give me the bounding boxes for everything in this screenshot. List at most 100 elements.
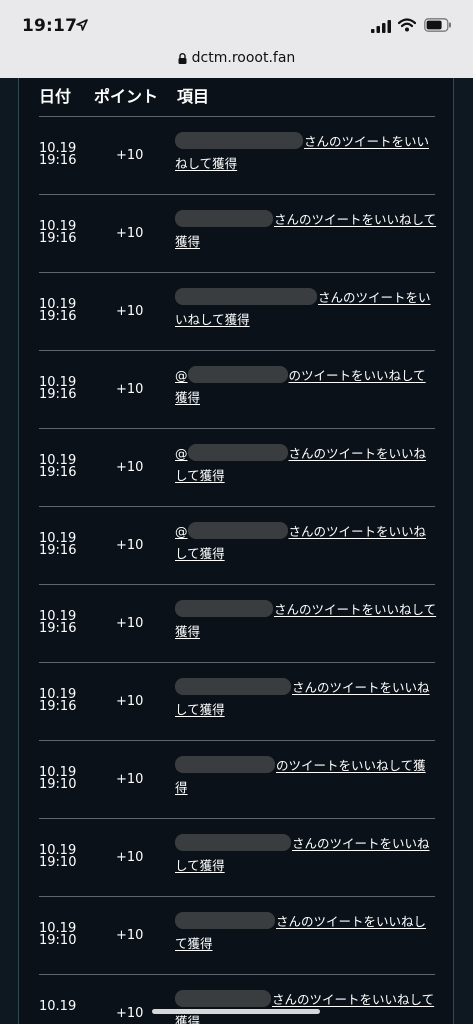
tweet-link[interactable]: さんのツイートをいいねして獲得 <box>175 288 431 327</box>
redacted-username <box>175 756 275 773</box>
row-item: @ さんのツイートをいいねして獲得 <box>175 521 437 565</box>
row-points: +10 <box>116 850 144 865</box>
redacted-username <box>175 990 271 1007</box>
row-item: さんのツイートをいいねして獲得 <box>175 209 437 253</box>
table-header: 日付 ポイント 項目 <box>39 79 435 115</box>
row-points: +10 <box>116 616 144 631</box>
row-item: さんのツイートをいいねして獲得 <box>175 677 437 721</box>
tweet-link[interactable]: さんのツイートをいいねして獲得 <box>175 990 434 1024</box>
redacted-username <box>175 834 291 851</box>
location-arrow-icon <box>76 19 88 31</box>
row-points: +10 <box>116 928 144 943</box>
row-date-time: 19:16 <box>39 387 77 402</box>
table-row: 10.19 19:16 +10 さんのツイートをいいねして獲得 <box>39 584 436 662</box>
row-item: さんのツイートをいいねして獲得 <box>175 911 437 955</box>
row-item-prefix: @ <box>175 368 188 383</box>
table-row: 10.19 +10 さんのツイートをいいねして獲得 <box>39 974 435 1024</box>
row-points: +10 <box>116 694 144 709</box>
cellular-signal-icon <box>371 20 391 33</box>
row-item: @ のツイートをいいねして獲得 <box>175 365 437 409</box>
tweet-link[interactable]: さんのツイートをいいねして獲得 <box>175 912 426 951</box>
status-bar: 19:17 <box>0 0 473 46</box>
table-row: 10.19 19:16 +10 さんのツイートをいいねして獲得 <box>39 194 437 272</box>
redacted-username <box>175 600 273 617</box>
row-date-time: 19:16 <box>39 543 77 558</box>
row-item: さんのツイートをいいねして獲得 <box>175 989 437 1024</box>
tweet-link[interactable]: さんのツイートをいいねして獲得 <box>175 834 430 873</box>
table-row: 10.19 19:16 +10 さんのツイートをいいねして獲得 <box>39 272 435 350</box>
tweet-link[interactable]: さんのツイートをいいねして獲得 <box>175 132 429 171</box>
home-indicator[interactable] <box>152 1009 320 1014</box>
row-date: 10.19 19:10 <box>39 844 77 870</box>
row-points: +10 <box>116 538 144 553</box>
row-item: さんのツイートをいいねして獲得 <box>175 833 437 877</box>
wifi-icon <box>398 18 416 32</box>
table-row: 10.19 19:10 +10 さんのツイートをいいねして獲得 <box>39 896 435 974</box>
redacted-username <box>175 132 303 149</box>
tweet-link[interactable]: さんのツイートをいいねして獲得 <box>175 210 436 249</box>
row-points: +10 <box>116 1006 144 1021</box>
row-date: 10.19 19:16 <box>39 454 77 480</box>
row-date: 10.19 19:16 <box>39 220 77 246</box>
redacted-username <box>175 912 275 929</box>
redacted-username <box>187 366 288 383</box>
row-date-time: 19:16 <box>39 309 77 324</box>
row-item: のツイートをいいねして獲得 <box>175 755 437 799</box>
table-row: 10.19 19:16 +10 @ のツイートをいいねして獲得 <box>39 350 435 428</box>
row-points: +10 <box>116 460 144 475</box>
row-date: 10.19 19:16 <box>39 532 77 558</box>
page-content: 日付 ポイント 項目 10.19 19:16 +10 さんのツイートをいいねして獲得 1… <box>0 78 473 1024</box>
row-date: 10.19 19:16 <box>39 376 77 402</box>
tweet-link[interactable]: のツイートをいいねして獲得 <box>175 756 426 795</box>
row-date: 10.19 19:10 <box>39 922 77 948</box>
row-date: 10.19 <box>39 999 77 1014</box>
url-text: dctm.rooot.fan <box>191 50 296 66</box>
row-date-day: 10.19 <box>39 999 77 1014</box>
row-date: 10.19 19:16 <box>39 298 77 324</box>
redacted-username <box>175 210 273 227</box>
table-row: 10.19 19:16 +10 さんのツイートをいいねして獲得 <box>39 116 435 194</box>
header-points: ポイント <box>94 87 159 106</box>
row-points: +10 <box>116 226 144 241</box>
row-date-time: 19:10 <box>39 933 77 948</box>
row-date-time: 19:10 <box>39 777 77 792</box>
tweet-link[interactable]: @ のツイートをいいねして獲得 <box>175 366 426 405</box>
redacted-username <box>175 678 291 695</box>
header-item: 項目 <box>177 87 210 106</box>
browser-chrome: 19:17 dctm.rooot.fan <box>0 0 473 78</box>
row-points: +10 <box>116 304 144 319</box>
row-points: +10 <box>116 772 144 787</box>
redacted-username <box>175 288 317 305</box>
redacted-username <box>187 444 288 461</box>
points-history-list: 10.19 19:16 +10 さんのツイートをいいねして獲得 10.19 19:16 +1… <box>39 116 437 1024</box>
tweet-link[interactable]: さんのツイートをいいねして獲得 <box>175 600 436 639</box>
row-item: @ さんのツイートをいいねして獲得 <box>175 443 437 487</box>
lock-icon <box>178 52 187 64</box>
points-history-panel: 日付 ポイント 項目 10.19 19:16 +10 さんのツイートをいいねして獲得 1… <box>18 78 454 1024</box>
table-row: 10.19 19:10 +10 のツイートをいいねして獲得 <box>39 740 435 818</box>
row-date-time: 19:10 <box>39 855 77 870</box>
tweet-link[interactable]: さんのツイートをいいねして獲得 <box>175 678 430 717</box>
table-row: 10.19 19:16 +10 @ さんのツイートをいいねして獲得 <box>39 506 435 584</box>
row-date-time: 19:16 <box>39 621 77 636</box>
row-date: 10.19 19:16 <box>39 610 77 636</box>
header-date: 日付 <box>39 87 72 106</box>
table-row: 10.19 19:16 +10 さんのツイートをいいねして獲得 <box>39 662 435 740</box>
row-date-time: 19:16 <box>39 699 77 714</box>
row-points: +10 <box>116 148 144 163</box>
table-row: 10.19 19:10 +10 さんのツイートをいいねして獲得 <box>39 818 435 896</box>
tweet-link[interactable]: @ さんのツイートをいいねして獲得 <box>175 522 426 561</box>
table-row: 10.19 19:16 +10 @ さんのツイートをいいねして獲得 <box>39 428 435 506</box>
row-date: 10.19 19:16 <box>39 688 77 714</box>
row-item: さんのツイートをいいねして獲得 <box>175 287 437 331</box>
redacted-username <box>187 522 288 539</box>
row-item: さんのツイートをいいねして獲得 <box>175 131 437 175</box>
status-time: 19:17 <box>22 16 78 36</box>
address-bar[interactable]: dctm.rooot.fan <box>0 46 473 74</box>
row-item-prefix: @ <box>175 446 188 461</box>
row-date-time: 19:16 <box>39 465 77 480</box>
tweet-link[interactable]: @ さんのツイートをいいねして獲得 <box>175 444 426 483</box>
row-date-time: 19:16 <box>39 231 77 246</box>
row-date: 10.19 19:16 <box>39 142 76 167</box>
battery-icon <box>424 18 451 32</box>
